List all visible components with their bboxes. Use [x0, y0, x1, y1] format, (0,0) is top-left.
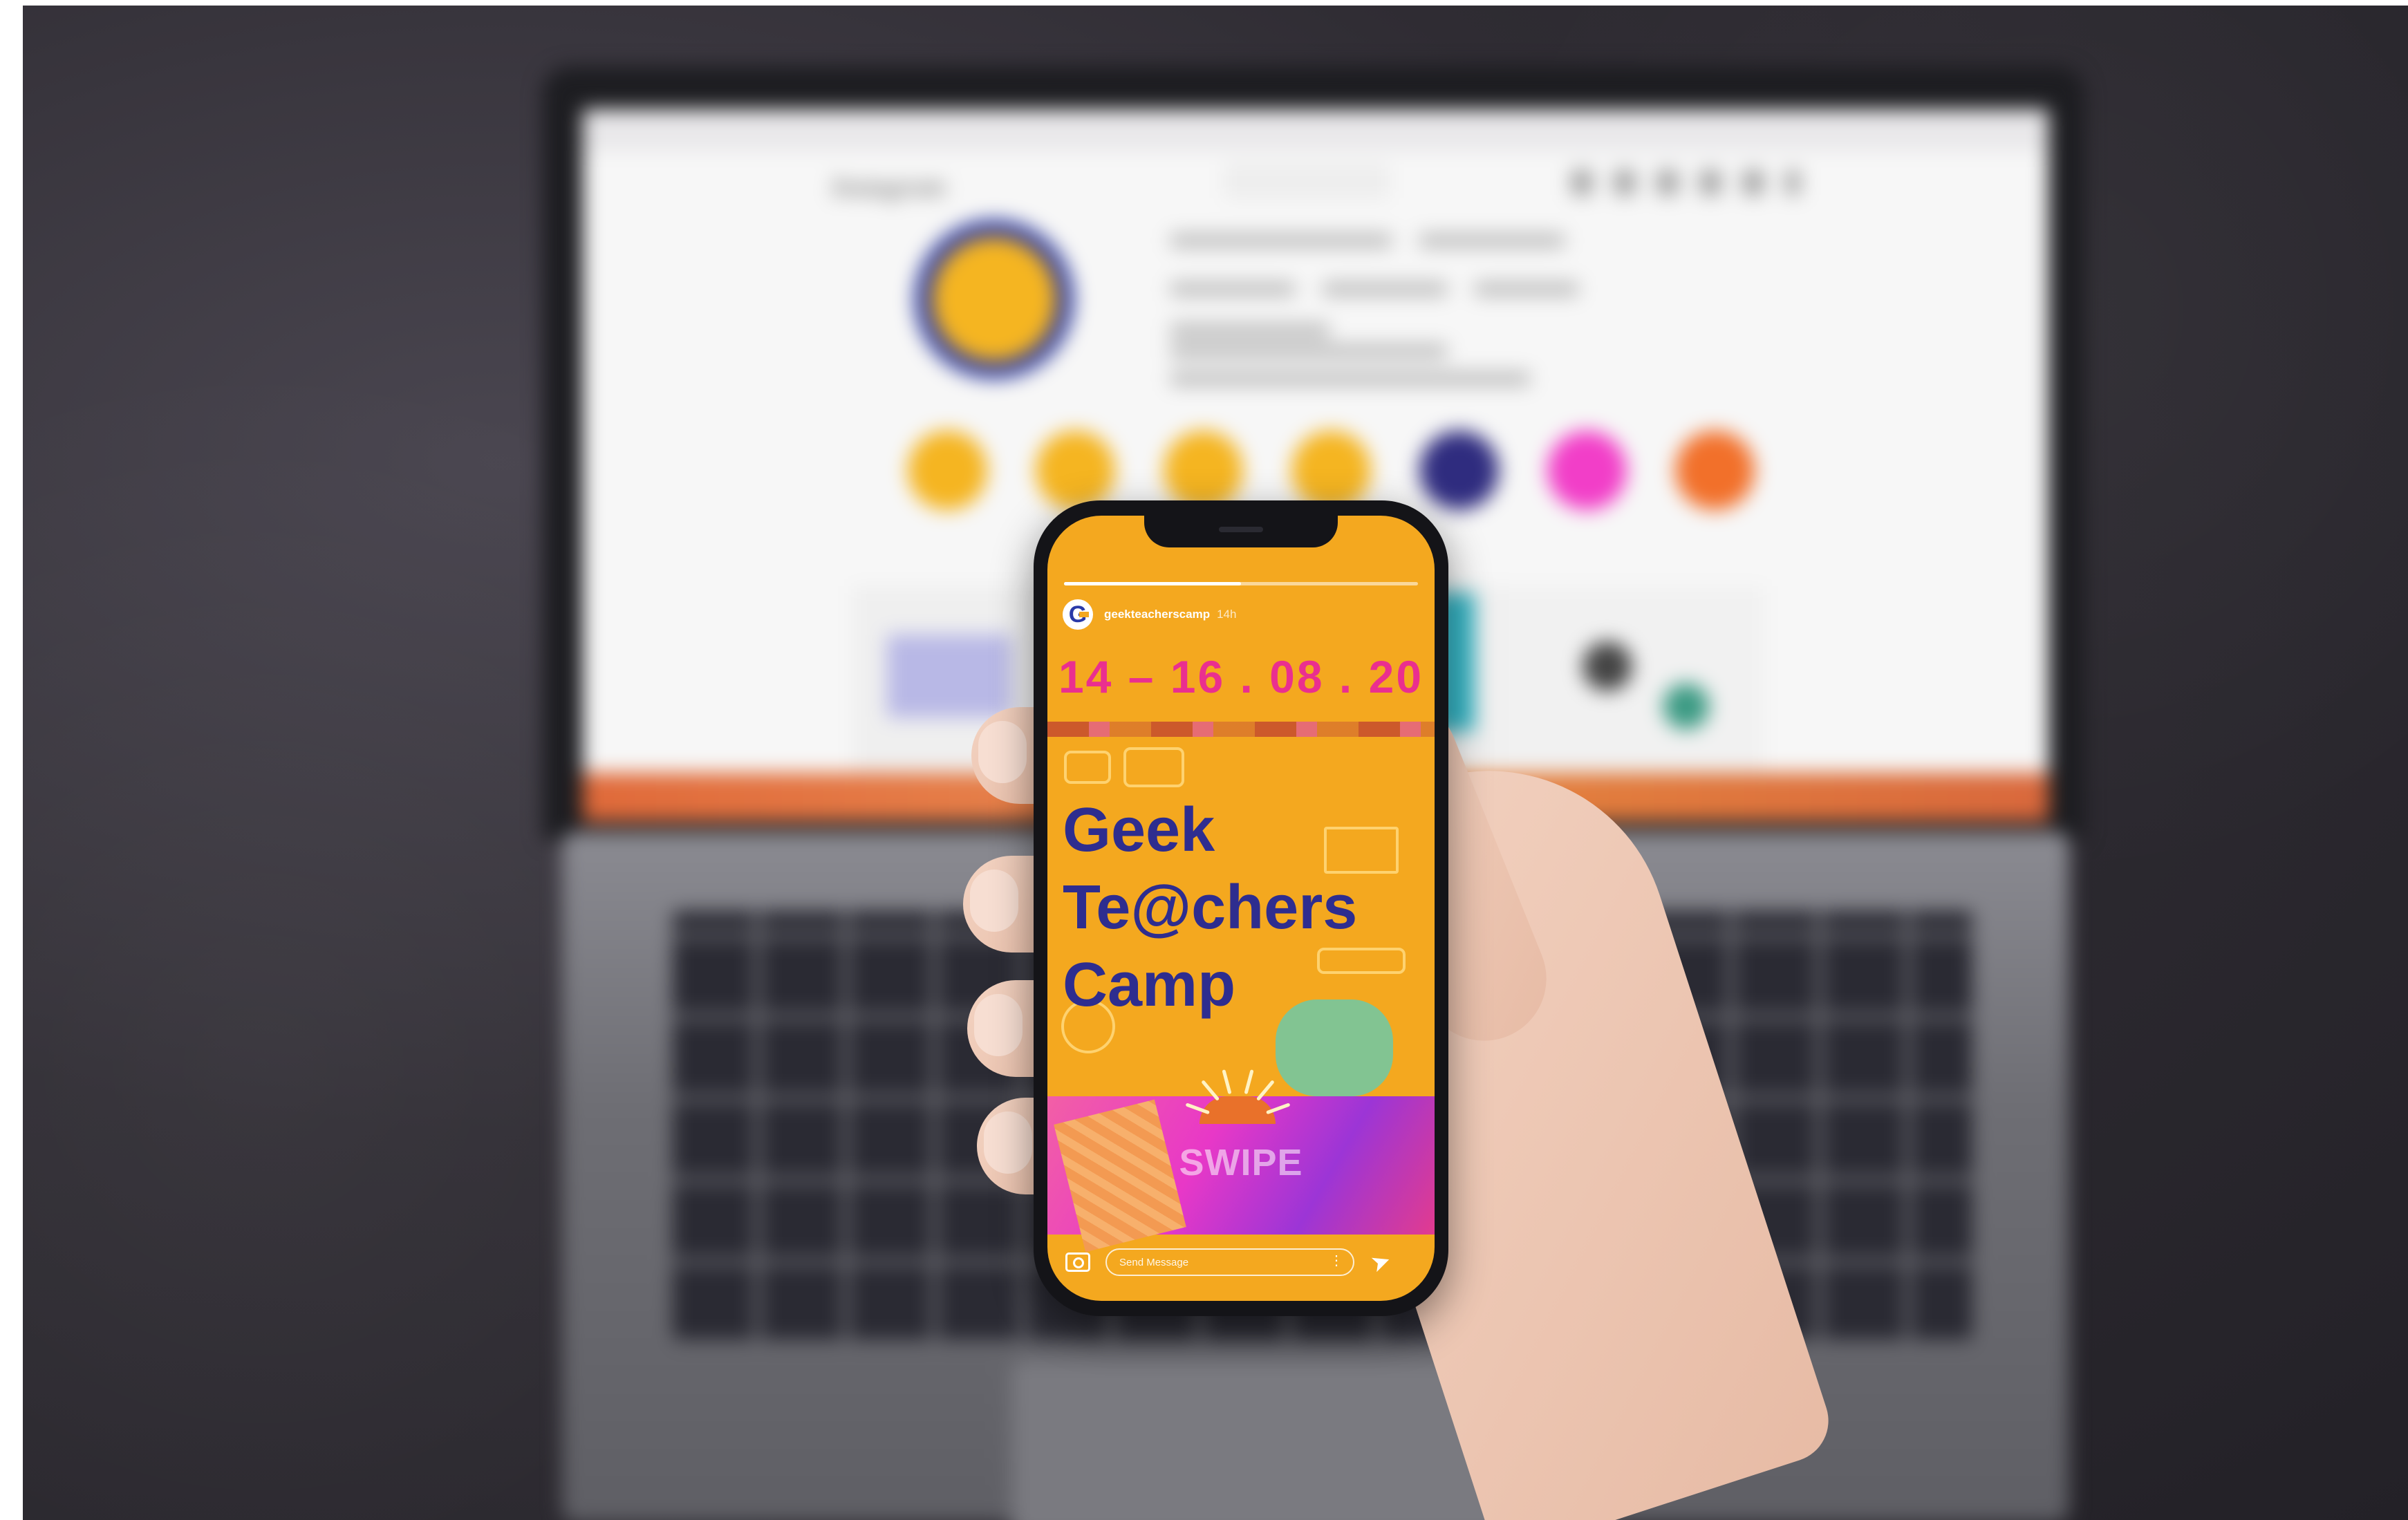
story-reply-bar: Send Message ⋮ ➤ [1047, 1241, 1435, 1283]
story-progress-fill [1064, 582, 1241, 585]
post-thumbnail [1502, 586, 1765, 787]
avatar-letter: G [1068, 601, 1088, 628]
story-highlight-circle [908, 431, 987, 510]
story-username[interactable]: geekteacherscamp [1104, 608, 1210, 621]
post-thumbnail [887, 635, 1011, 717]
more-options-icon[interactable]: ⋮ [1329, 1254, 1343, 1268]
story-highlight-circle [1419, 431, 1499, 510]
story-highlight-circle [1675, 431, 1755, 510]
story-highlight-circle [1036, 431, 1115, 510]
browser-bar [583, 109, 2048, 151]
avatar[interactable]: G [1063, 599, 1093, 630]
title-line-1: Geek [1063, 796, 1215, 865]
decorative-shape [1064, 751, 1111, 784]
send-icon[interactable]: ➤ [1367, 1246, 1394, 1278]
story-highlight-circle [1291, 431, 1371, 510]
smartphone: G geekteacherscamp 14h 14 – 16 . 08 . 20… [1034, 500, 1448, 1316]
event-dates: 14 – 16 . 08 . 20 [1058, 651, 1424, 702]
instagram-logo-text: Instagram [832, 171, 946, 202]
send-message-field[interactable]: Send Message ⋮ [1105, 1248, 1354, 1276]
decorative-shape [1123, 747, 1184, 787]
message-placeholder: Send Message [1119, 1256, 1189, 1268]
story-progress-bar [1064, 582, 1418, 585]
profile-info-lines [1170, 234, 1724, 462]
title-line-2: Te@chers [1063, 873, 1358, 942]
story-highlight-circle [1547, 431, 1627, 510]
decorative-band [1047, 722, 1435, 737]
sunrise-icon [1158, 1062, 1317, 1124]
phone-notch [1144, 516, 1338, 547]
instagram-nav-icons [1571, 170, 1800, 195]
instagram-story-screen[interactable]: G geekteacherscamp 14h 14 – 16 . 08 . 20… [1047, 516, 1435, 1301]
story-highlight-circle [1164, 431, 1243, 510]
story-timestamp: 14h [1217, 608, 1237, 621]
photo-scene: Instagram G geekteacherscamp 14h 14 – 16… [23, 6, 2408, 1520]
decorative-shape [1317, 948, 1406, 974]
story-header[interactable]: G geekteacherscamp 14h [1063, 597, 1236, 632]
profile-picture [915, 220, 1074, 379]
title-line-3: Camp [1063, 950, 1236, 1020]
camera-icon[interactable] [1065, 1252, 1090, 1272]
decorative-shape [1324, 827, 1399, 874]
swipe-label[interactable]: SWIPE [1047, 1141, 1435, 1184]
instagram-search-box [1226, 165, 1388, 198]
